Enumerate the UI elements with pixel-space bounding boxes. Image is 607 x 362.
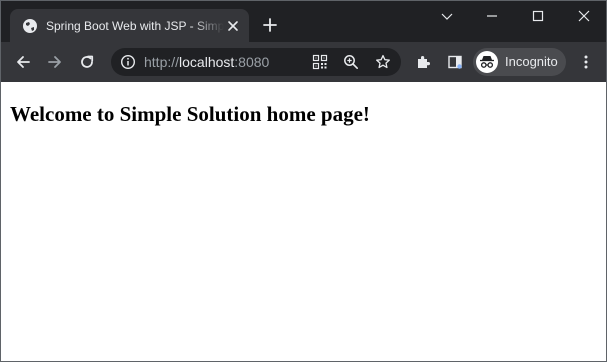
tab-title: Spring Boot Web with JSP - Simple Soluti… (46, 19, 224, 33)
zoom-icon[interactable] (343, 54, 359, 70)
menu-kebab-icon[interactable] (574, 50, 598, 74)
side-panel-icon[interactable] (443, 50, 467, 74)
browser-toolbar: http://localhost:8080 Incognito (1, 42, 606, 82)
url-text: http://localhost:8080 (144, 54, 269, 70)
url-scheme: http:// (144, 54, 180, 70)
back-arrow-icon[interactable] (11, 50, 35, 74)
new-tab-icon[interactable] (261, 16, 279, 34)
close-window-icon[interactable] (561, 1, 606, 31)
page-viewport: Welcome to Simple Solution home page! (1, 82, 606, 361)
tab-search-icon[interactable] (424, 1, 470, 31)
site-info-icon[interactable] (120, 54, 136, 70)
url-port: :8080 (234, 54, 270, 70)
qr-code-icon[interactable] (312, 54, 328, 70)
extensions-puzzle-icon[interactable] (411, 50, 435, 74)
browser-window: Spring Boot Web with JSP - Simple Soluti… (0, 0, 607, 362)
tab-strip: Spring Boot Web with JSP - Simple Soluti… (1, 1, 606, 42)
globe-icon (22, 18, 38, 34)
url-host: localhost (179, 54, 235, 70)
reload-icon[interactable] (75, 50, 99, 74)
maximize-icon[interactable] (515, 1, 561, 31)
address-bar[interactable]: http://localhost:8080 (111, 48, 401, 76)
bookmark-star-icon[interactable] (375, 54, 391, 70)
tab-active[interactable]: Spring Boot Web with JSP - Simple Soluti… (10, 9, 249, 42)
minimize-icon[interactable] (469, 1, 515, 31)
forward-arrow-icon[interactable] (43, 50, 67, 74)
incognito-label: Incognito (505, 54, 558, 69)
incognito-profile-button[interactable]: Incognito (473, 48, 566, 76)
tab-close-icon[interactable] (226, 19, 240, 33)
page-heading: Welcome to Simple Solution home page! (10, 102, 370, 126)
incognito-icon (476, 51, 498, 73)
